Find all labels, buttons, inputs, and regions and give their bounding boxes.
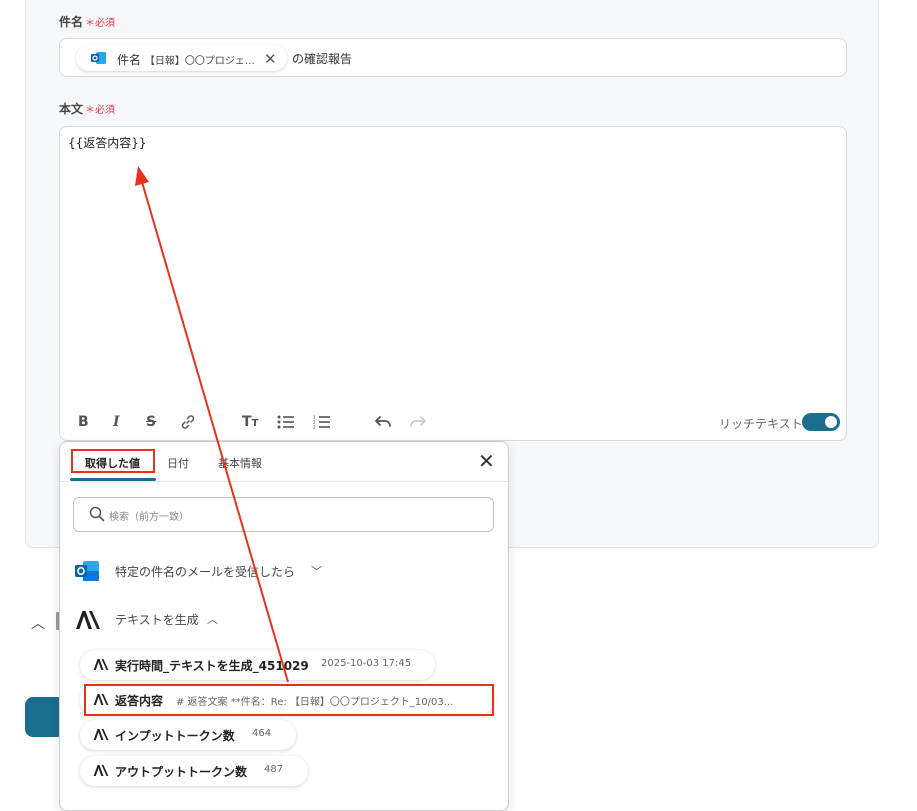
- variable-picker-panel: 取得した値 日付 基本情報 ✕ 検索（前方一致） 特定の件名のメールを受信したら…: [59, 441, 509, 811]
- search-icon: [89, 506, 105, 522]
- value-name: 実行時間_テキストを生成_451029: [115, 659, 309, 673]
- chevron-up-icon[interactable]: ︿: [207, 611, 218, 627]
- chip-text: 件名 【日報】〇〇プロジェ…: [117, 53, 255, 67]
- value-item[interactable]: インプットトークン数 464: [80, 720, 296, 750]
- anthropic-icon: [76, 611, 100, 629]
- undo-icon[interactable]: [374, 416, 392, 428]
- chevron-up-icon[interactable]: ︿: [31, 613, 45, 633]
- rich-text-toggle[interactable]: [802, 413, 840, 431]
- value-name: インプットトークン数: [115, 729, 235, 743]
- highlight-box-item: [84, 684, 494, 716]
- italic-icon[interactable]: I: [113, 414, 120, 430]
- anthropic-icon: [93, 728, 109, 741]
- tab-date[interactable]: 日付: [167, 455, 189, 471]
- subject-label: 件名 ＊必須: [59, 15, 116, 29]
- text-size-icon[interactable]: TT: [242, 414, 258, 430]
- subject-variable-chip[interactable]: 件名 【日報】〇〇プロジェ… ✕: [76, 45, 287, 71]
- bullet-list-icon[interactable]: [277, 415, 294, 429]
- divider: [60, 481, 508, 482]
- body-text[interactable]: {{返答内容}}: [68, 134, 147, 151]
- strikethrough-icon[interactable]: S: [146, 414, 156, 430]
- bold-icon[interactable]: B: [78, 414, 89, 430]
- close-icon[interactable]: ✕: [478, 449, 495, 473]
- close-icon[interactable]: ✕: [264, 50, 277, 68]
- body-label: 本文 ＊必須: [59, 102, 116, 116]
- search-placeholder: 検索（前方一致）: [109, 512, 189, 523]
- chevron-down-icon[interactable]: ﹀: [311, 563, 322, 579]
- group-generate-text[interactable]: テキストを生成 ︿: [75, 605, 225, 635]
- value-name: アウトプットトークン数: [115, 765, 248, 779]
- group-outlook-trigger[interactable]: 特定の件名のメールを受信したら ﹀: [75, 557, 335, 587]
- value-item[interactable]: アウトプットトークン数 487: [80, 756, 308, 786]
- highlight-box-tab: [71, 449, 155, 473]
- rich-text-label: リッチテキスト: [719, 417, 803, 431]
- link-icon[interactable]: [180, 414, 196, 430]
- redo-icon[interactable]: [409, 416, 427, 428]
- value-meta: 487: [264, 764, 284, 775]
- tab-basic-info[interactable]: 基本情報: [218, 455, 262, 471]
- outlook-icon: [75, 561, 99, 581]
- group-title: 特定の件名のメールを受信したら: [115, 565, 296, 579]
- subject-input[interactable]: 件名 【日報】〇〇プロジェ… ✕ の確認報告: [59, 38, 847, 77]
- subject-suffix: の確認報告: [292, 52, 353, 66]
- anthropic-icon: [93, 658, 109, 671]
- value-meta: 464: [252, 728, 272, 739]
- value-item[interactable]: 実行時間_テキストを生成_451029 2025-10-03 17:45: [80, 650, 435, 680]
- search-input[interactable]: 検索（前方一致）: [73, 497, 494, 532]
- group-title: テキストを生成: [115, 613, 199, 627]
- anthropic-icon: [93, 764, 109, 777]
- svg-text:3: 3: [313, 425, 316, 429]
- required-mark: ＊必須: [85, 18, 116, 29]
- required-mark: ＊必須: [85, 105, 116, 116]
- editor-toolbar: B I S TT 1 2 3 リッチテキスト: [60, 406, 846, 440]
- body-editor[interactable]: {{返答内容}} B I S TT 1 2 3 リッチテキスト: [59, 126, 847, 441]
- numbered-list-icon[interactable]: 1 2 3: [313, 415, 330, 429]
- toggle-knob: [825, 416, 837, 428]
- outlook-icon: [91, 52, 106, 64]
- value-meta: 2025-10-03 17:45: [321, 658, 412, 669]
